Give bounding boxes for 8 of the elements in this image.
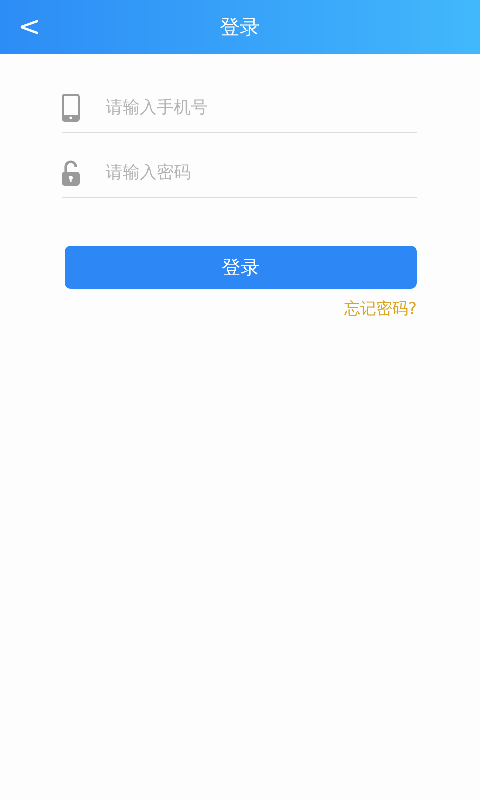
login-button[interactable]: 登录 <box>65 246 417 289</box>
phone-icon <box>62 94 80 122</box>
input-field[interactable]: 请输入手机号 <box>106 94 417 122</box>
back-button[interactable]: < <box>14 10 46 44</box>
unlocked-padlock-icon <box>62 160 80 186</box>
forgot-password-link[interactable]: 忘记密码? <box>344 299 417 320</box>
page-title: 登录 <box>220 14 260 40</box>
input-field[interactable]: 请输入密码 <box>106 159 417 187</box>
